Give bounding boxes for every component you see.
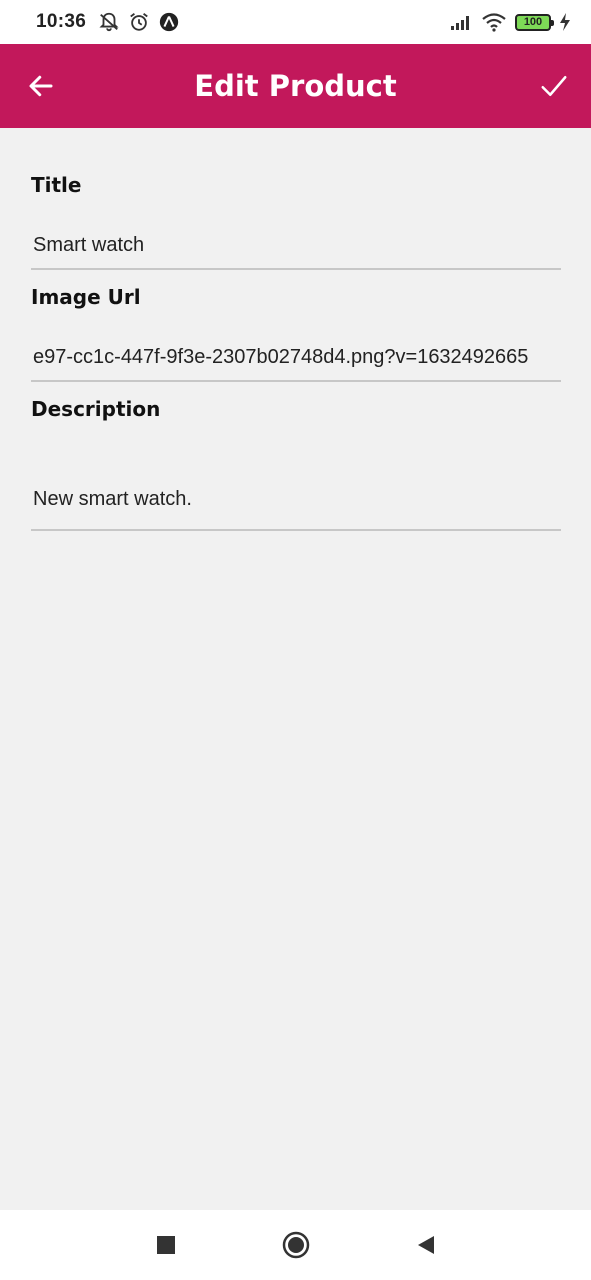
signal-icon [451,16,469,30]
description-input[interactable] [31,458,561,531]
charging-icon [560,13,570,31]
notifications-off-icon [99,12,119,32]
home-button[interactable] [276,1225,316,1265]
battery-icon: 100 [515,13,554,31]
arrow-left-icon [29,75,53,97]
image-url-label: Image Url [31,285,141,309]
battery-level: 100 [523,16,543,28]
status-time: 10:36 [36,11,87,32]
back-button[interactable] [24,69,58,103]
wifi-icon [482,13,506,32]
image-url-input[interactable] [31,334,561,382]
title-label: Title [31,173,82,197]
home-circle-icon [282,1231,309,1259]
page-title: Edit Product [194,69,397,103]
description-label: Description [31,397,161,421]
alarm-icon [130,13,148,31]
title-input[interactable] [31,222,561,270]
status-right-icons: 100 [449,12,571,32]
app-notification-icon [159,12,179,32]
recents-square-icon [156,1236,175,1254]
back-nav-button[interactable] [406,1225,446,1265]
save-button[interactable] [537,69,571,103]
status-left-icons [98,11,180,33]
check-icon [541,76,567,96]
status-bar: 10:36 100 [0,0,591,44]
back-triangle-icon [417,1236,434,1254]
recents-button[interactable] [146,1225,186,1265]
app-bar: Edit Product [0,44,591,128]
system-nav-bar [0,1210,591,1280]
